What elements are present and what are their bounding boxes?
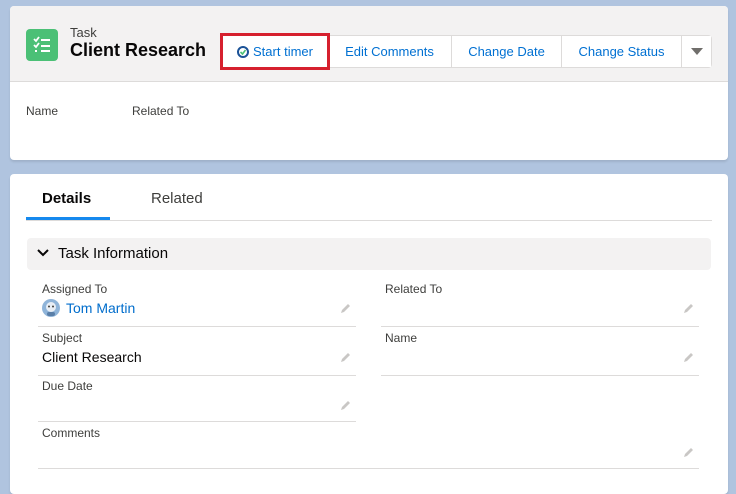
field-label: Related To [385,282,443,296]
tab-related[interactable]: Related [151,190,203,207]
assigned-to-link[interactable]: Tom Martin [66,300,135,316]
header-highlights-bar: Task Client Research Start timer Edit Co… [10,6,728,82]
task-list-icon [26,29,58,61]
start-timer-button[interactable]: Start timer [220,33,330,70]
field-label: Due Date [42,379,93,393]
change-status-button[interactable]: Change Status [561,36,681,67]
field-label: Assigned To [42,282,108,296]
start-timer-label: Start timer [253,44,313,59]
field-label: Subject [42,331,83,345]
field-subject: Subject Client Research [38,329,356,376]
field-assigned-to: Assigned To Tom Martin [38,280,356,327]
tab-bar: Details Related [26,174,712,221]
change-date-button[interactable]: Change Date [451,36,561,67]
field-due-date: Due Date [38,377,356,422]
record-title: Client Research [70,40,207,60]
edit-pencil-icon[interactable] [683,446,695,458]
highlight-name-label: Name [26,104,59,118]
field-related-to: Related To [381,280,699,327]
action-button-group: Start timer Edit Comments Change Date Ch… [220,33,712,70]
timer-check-icon [237,45,250,58]
record-detail-panel: Details Related Task Information Assigne… [10,174,728,494]
section-header-task-information[interactable]: Task Information [27,238,711,270]
edit-pencil-icon[interactable] [340,399,352,411]
field-comments: Comments [38,424,699,469]
edit-pencil-icon[interactable] [683,302,695,314]
edit-pencil-icon[interactable] [340,351,352,363]
active-tab-indicator [26,217,110,220]
field-name: Name [381,329,699,376]
chevron-down-icon [37,249,49,257]
field-label: Comments [42,426,101,440]
edit-comments-button[interactable]: Edit Comments [327,36,451,67]
tab-details[interactable]: Details [42,190,91,207]
more-actions-button[interactable] [681,36,711,67]
edit-pencil-icon[interactable] [340,302,352,314]
field-label: Name [385,331,418,345]
record-header: Task Client Research Start timer Edit Co… [10,6,728,160]
subject-value: Client Research [42,349,142,365]
highlight-related-to-label: Related To [132,104,190,118]
object-type-label: Task [70,25,97,40]
chevron-down-icon [690,47,703,55]
edit-pencil-icon[interactable] [683,351,695,363]
section-title: Task Information [58,245,169,262]
user-avatar-icon [42,299,60,317]
